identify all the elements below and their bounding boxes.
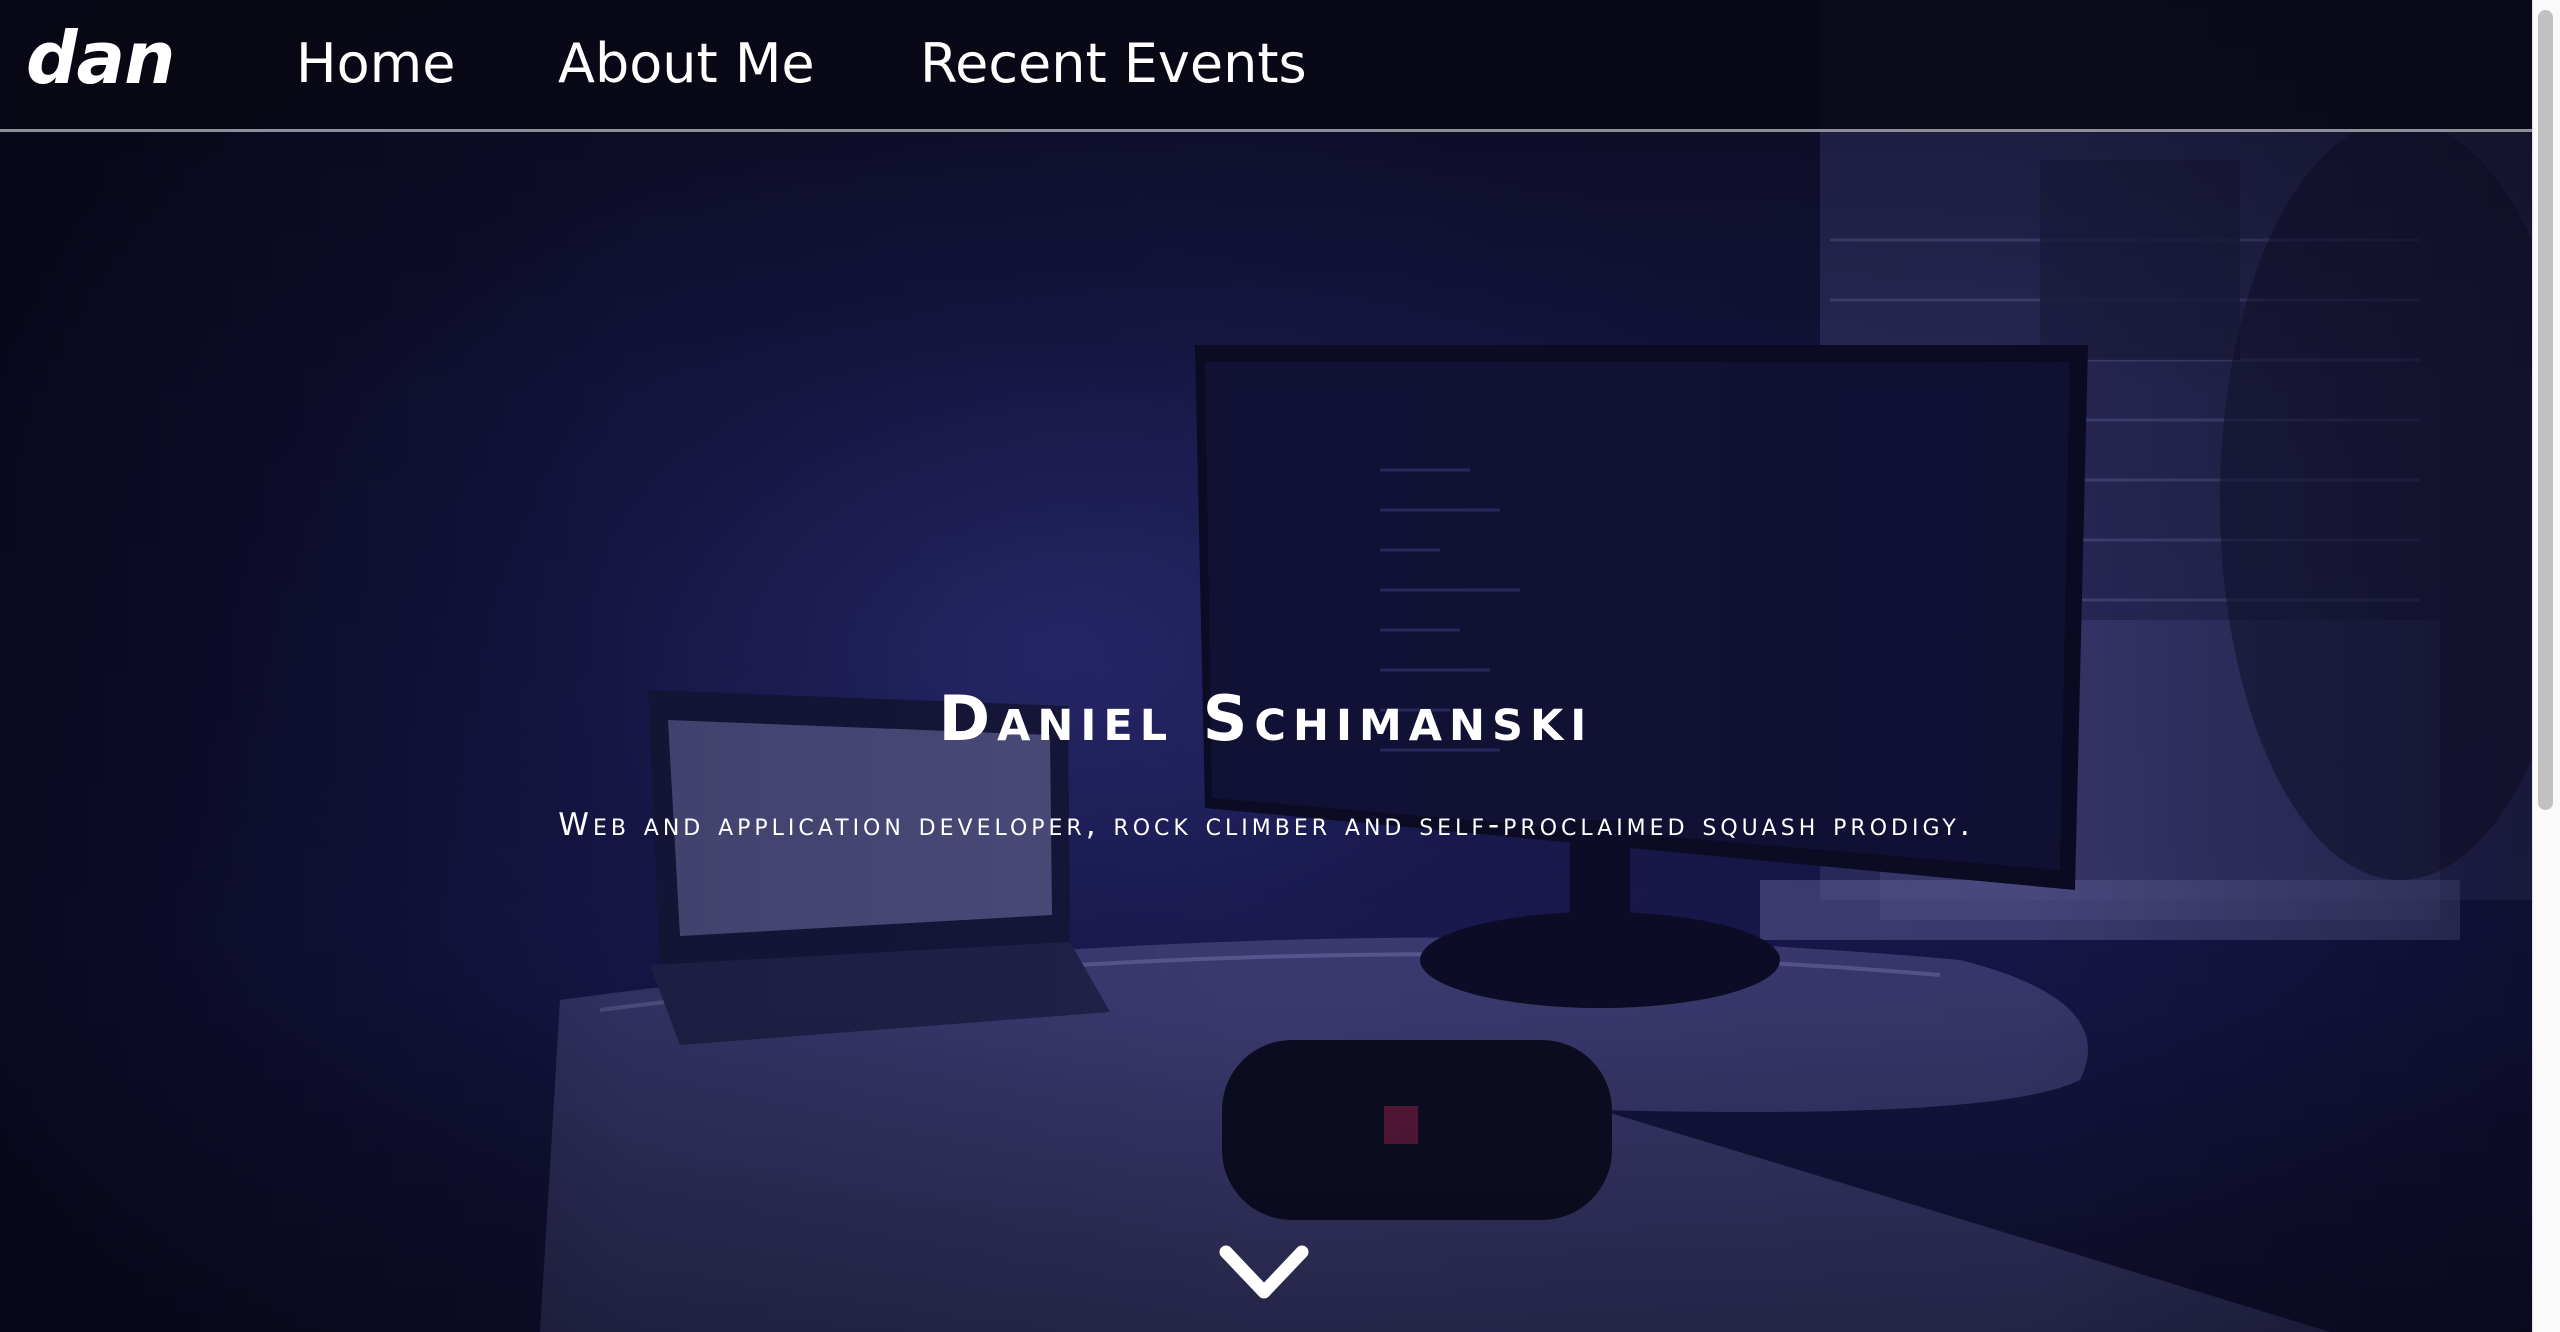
hero-subtitle: Web and application developer, rock clim…: [558, 807, 1974, 843]
hero-background-photo: [540, 0, 2532, 1332]
hero-section: [0, 0, 2532, 1332]
nav-link-recent-events[interactable]: Recent Events: [920, 34, 1307, 94]
scrollbar-thumb[interactable]: [2538, 10, 2553, 810]
nav-link-about-me[interactable]: About Me: [558, 34, 815, 94]
chevron-down-icon: [1219, 1245, 1309, 1299]
logo-link[interactable]: dan: [26, 22, 175, 94]
navbar: dan Home About Me Recent Events: [0, 0, 2532, 132]
scroll-down-button[interactable]: [1216, 1240, 1312, 1310]
hero-title: Daniel Schimanski: [938, 681, 1594, 755]
page: dan Home About Me Recent Events Daniel S…: [0, 0, 2560, 1332]
nav-link-home[interactable]: Home: [296, 34, 455, 94]
